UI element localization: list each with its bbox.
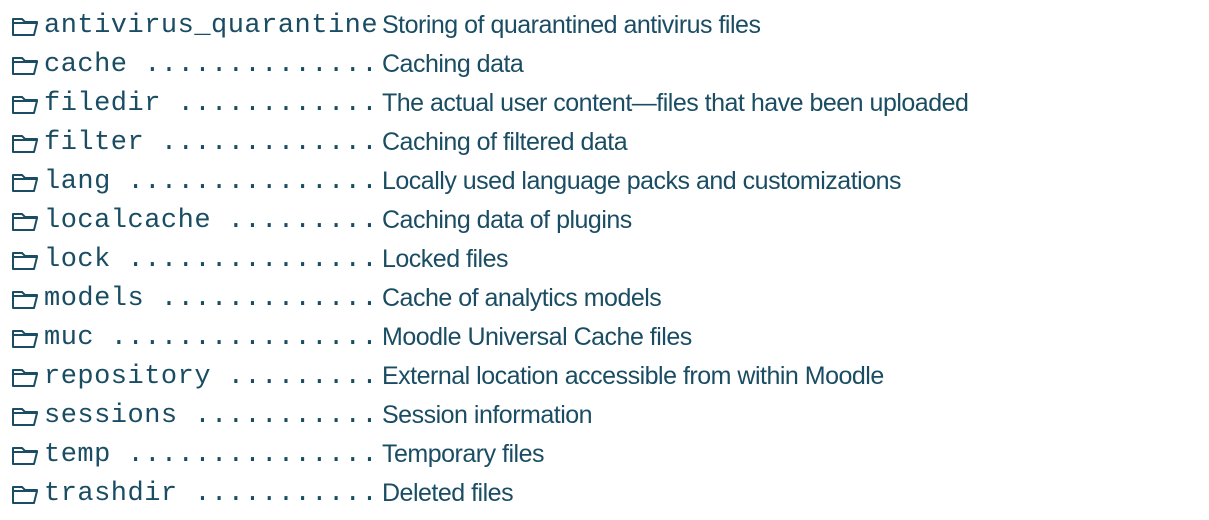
directory-row: trashdir ............Deleted files — [10, 474, 1199, 513]
directory-row: muc .................Moodle Universal Ca… — [10, 318, 1199, 357]
directory-row: models ..............Cache of analytics … — [10, 279, 1199, 318]
directory-description: The actual user content—files that have … — [382, 89, 1199, 118]
directory-row: filedir .............The actual user con… — [10, 84, 1199, 123]
directory-row: temp ................Temporary files — [10, 435, 1199, 474]
directory-description: External location accessible from within… — [382, 362, 1199, 391]
directory-name: antivirus_quarantine — [44, 11, 382, 41]
directory-description: Session information — [382, 401, 1199, 430]
directory-name: localcache .......... — [44, 206, 382, 236]
directory-name: filter .............. — [44, 128, 382, 158]
directory-row: cache ...............Caching data — [10, 45, 1199, 84]
directory-description: Caching of filtered data — [382, 128, 1199, 157]
directory-row: sessions ............Session information — [10, 396, 1199, 435]
directory-name: trashdir ............ — [44, 479, 382, 509]
folder-icon — [10, 240, 44, 279]
directory-description: Caching data — [382, 50, 1199, 79]
directory-description: Cache of analytics models — [382, 284, 1199, 313]
folder-icon — [10, 396, 44, 435]
directory-name: models .............. — [44, 284, 382, 314]
directory-name: repository .......... — [44, 362, 382, 392]
folder-icon — [10, 357, 44, 396]
folder-icon — [10, 318, 44, 357]
directory-listing: antivirus_quarantine Storing of quaranti… — [0, 0, 1209, 519]
directory-description: Moodle Universal Cache files — [382, 323, 1199, 352]
directory-description: Deleted files — [382, 479, 1199, 508]
folder-icon — [10, 123, 44, 162]
folder-icon — [10, 45, 44, 84]
directory-description: Storing of quarantined antivirus files — [382, 11, 1199, 40]
folder-icon — [10, 474, 44, 513]
directory-name: lang ................ — [44, 167, 382, 197]
directory-description: Caching data of plugins — [382, 206, 1199, 235]
directory-name: cache ............... — [44, 50, 382, 80]
folder-icon — [10, 201, 44, 240]
folder-icon — [10, 162, 44, 201]
directory-name: muc ................. — [44, 323, 382, 353]
folder-icon — [10, 279, 44, 318]
directory-name: sessions ............ — [44, 401, 382, 431]
directory-name: lock ................ — [44, 245, 382, 275]
directory-description: Temporary files — [382, 440, 1199, 469]
directory-row: antivirus_quarantine Storing of quaranti… — [10, 6, 1199, 45]
folder-icon — [10, 6, 44, 45]
directory-row: localcache ..........Caching data of plu… — [10, 201, 1199, 240]
directory-description: Locked files — [382, 245, 1199, 274]
directory-row: filter ..............Caching of filtered… — [10, 123, 1199, 162]
folder-icon — [10, 84, 44, 123]
directory-name: filedir ............. — [44, 89, 382, 119]
directory-row: repository ..........External location a… — [10, 357, 1199, 396]
directory-row: lock ................Locked files — [10, 240, 1199, 279]
directory-name: temp ................ — [44, 440, 382, 470]
directory-description: Locally used language packs and customiz… — [382, 167, 1199, 196]
folder-icon — [10, 435, 44, 474]
directory-row: lang ................Locally used langua… — [10, 162, 1199, 201]
